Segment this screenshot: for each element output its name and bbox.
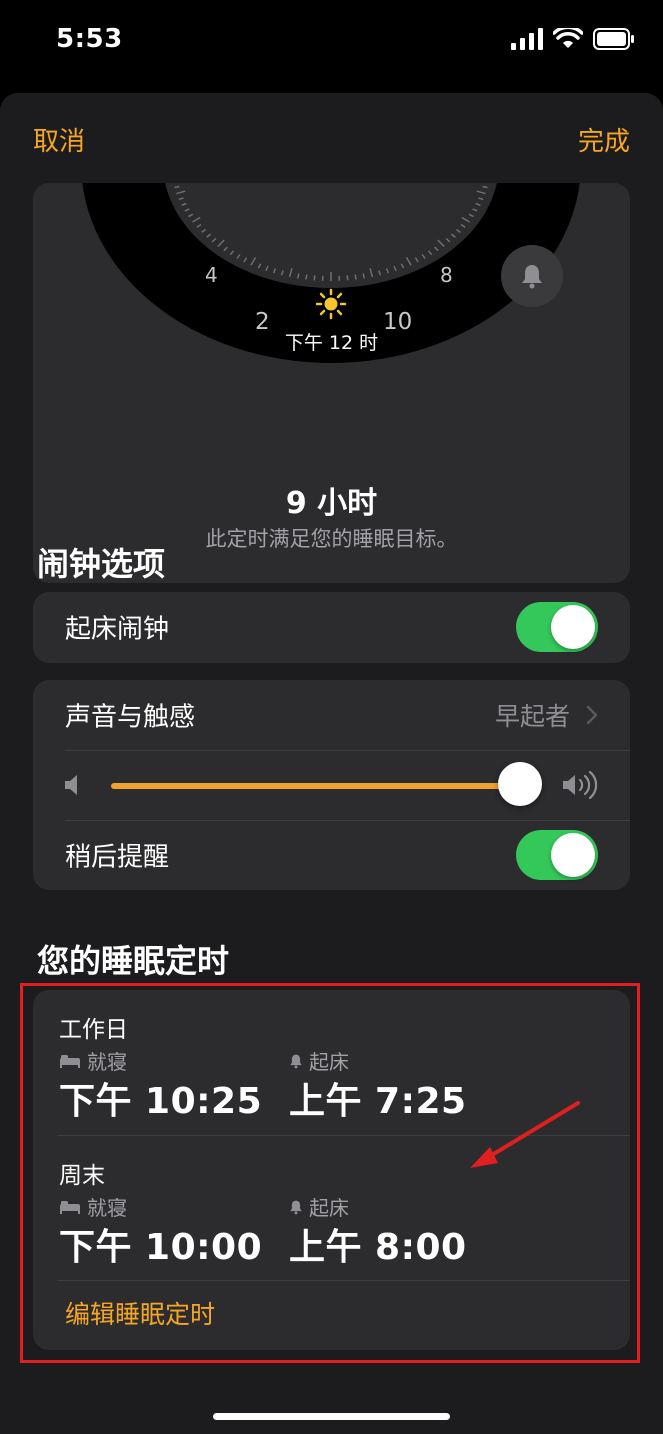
wake-alarm-row: 起床闹钟: [33, 593, 630, 661]
cancel-button[interactable]: 取消: [33, 121, 85, 158]
edit-schedule-link[interactable]: 编辑睡眠定时: [65, 1295, 215, 1331]
hour-label-4: 4: [205, 263, 218, 287]
hour-label-8: 8: [440, 263, 453, 287]
status-icons: [511, 28, 635, 50]
annotation-arrow: [470, 1101, 580, 1168]
weekday-label: 工作日: [59, 1017, 128, 1043]
wake-text: 起床: [309, 1196, 349, 1220]
weekend-bedtime-label: 就寝: [59, 1192, 127, 1221]
done-button[interactable]: 完成: [578, 121, 630, 158]
battery-icon: [593, 28, 634, 50]
bell-icon: [290, 1200, 302, 1214]
wake-handle[interactable]: [501, 245, 563, 307]
weekend-bedtime: 下午 10:00: [59, 1227, 263, 1268]
status-time: 5:53: [56, 24, 123, 54]
alarm-options-title: 闹钟选项: [37, 545, 166, 583]
sleep-schedule-sheet: 取消 完成 4 8 2 10 下午 12 时 9 小时 此定时满足您的睡眠目标。…: [0, 93, 663, 1434]
dial-tick: [313, 275, 316, 281]
weekend-label: 周末: [59, 1163, 105, 1189]
bedtime-text: 就寝: [87, 1196, 127, 1220]
volume-high-icon: [563, 771, 598, 799]
weekend-wake-time: 上午 8:00: [289, 1227, 467, 1268]
bed-icon: [60, 1200, 80, 1214]
schedule-title: 您的睡眠定时: [37, 942, 230, 980]
wake-text: 起床: [309, 1050, 349, 1074]
bell-icon: [522, 265, 542, 289]
dial-tick: [354, 274, 357, 280]
snooze-row: 稍后提醒: [33, 821, 630, 889]
dial-tick: [362, 273, 365, 279]
noon-label: 下午 12 时: [284, 332, 379, 354]
bell-icon: [290, 1054, 302, 1068]
chevron-right-icon: [586, 705, 598, 725]
dial-tick: [305, 274, 308, 280]
bed-icon: [60, 1054, 80, 1068]
snooze-toggle[interactable]: [516, 830, 598, 880]
bedtime-text: 就寝: [87, 1050, 127, 1074]
weekday-wake-label: 起床: [289, 1046, 349, 1075]
toggle-knob: [551, 605, 595, 649]
sun-icon: [315, 288, 347, 320]
sleep-duration: 9 小时: [285, 486, 378, 521]
weekday-bedtime-label: 就寝: [59, 1046, 127, 1075]
wake-alarm-label: 起床闹钟: [65, 614, 170, 645]
signal-icon: [511, 28, 543, 50]
snooze-label: 稍后提醒: [65, 842, 170, 873]
status-bar: 5:53: [0, 0, 663, 80]
divider: [57, 1280, 630, 1281]
volume-row: [33, 751, 630, 819]
dial-tick: [346, 275, 349, 281]
volume-track: [111, 783, 521, 789]
nav-bar: 取消 完成: [0, 93, 663, 182]
dial-tick: [297, 273, 300, 279]
weekday-bedtime: 下午 10:25: [59, 1081, 263, 1122]
home-indicator[interactable]: [213, 1413, 450, 1420]
wake-alarm-toggle[interactable]: [516, 602, 598, 652]
weekday-wake-time: 上午 7:25: [289, 1081, 467, 1122]
dial-tick: [482, 185, 488, 189]
wifi-icon: [553, 28, 583, 48]
dial-tick: [174, 185, 180, 189]
sound-value: 早起者: [494, 702, 570, 731]
sound-haptics-row[interactable]: 声音与触感 早起者: [33, 681, 630, 749]
sound-haptics-label: 声音与触感: [65, 702, 196, 733]
sleep-clock-card: 4 8 2 10 下午 12 时 9 小时 此定时满足您的睡眠目标。: [33, 183, 630, 583]
volume-slider-knob[interactable]: [498, 762, 543, 806]
weekend-wake-label: 起床: [289, 1192, 349, 1221]
alarm-settings-card: 声音与触感 早起者 稍后提醒: [33, 680, 630, 890]
wake-alarm-card: 起床闹钟: [33, 592, 630, 663]
volume-low-icon: [65, 775, 77, 795]
toggle-knob: [551, 833, 595, 877]
